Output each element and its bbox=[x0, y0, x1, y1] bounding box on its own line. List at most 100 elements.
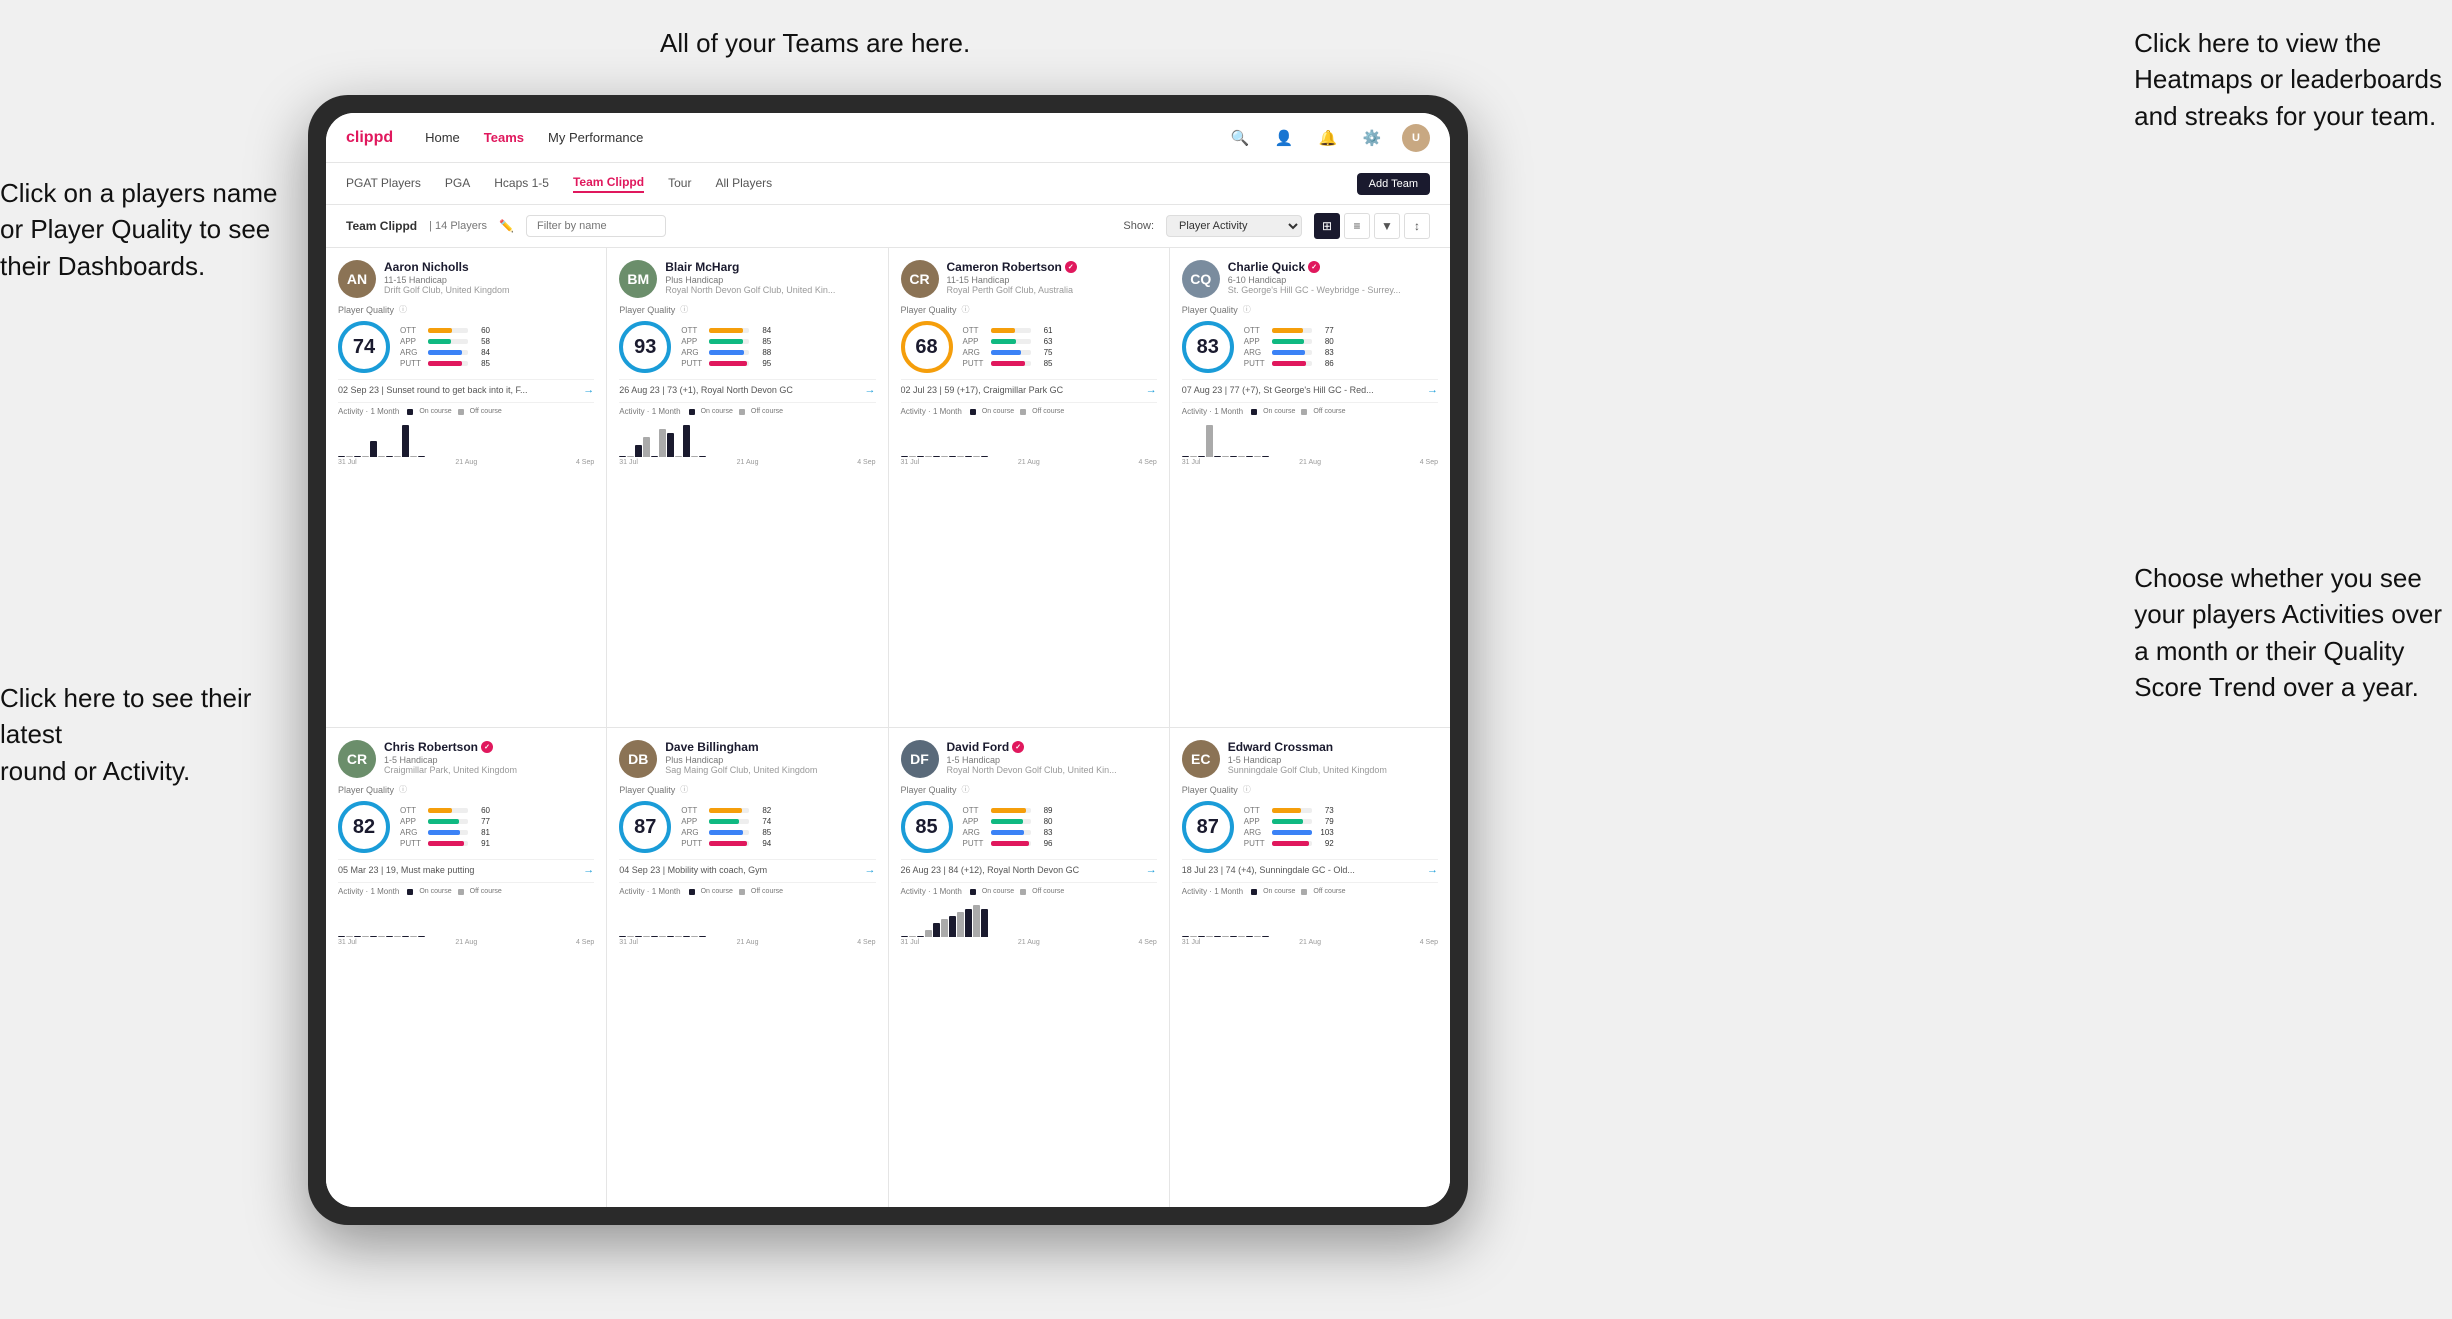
player-header: CQ Charlie Quick ✓ 6-10 Handicap St. Geo… bbox=[1182, 260, 1438, 298]
nav-item-home[interactable]: Home bbox=[425, 130, 460, 145]
player-handicap: Plus Handicap bbox=[665, 755, 875, 765]
stat-row-arg: ARG 81 bbox=[400, 828, 594, 837]
player-card[interactable]: CQ Charlie Quick ✓ 6-10 Handicap St. Geo… bbox=[1170, 248, 1450, 727]
player-name[interactable]: Blair McHarg bbox=[665, 260, 875, 274]
user-avatar[interactable]: U bbox=[1402, 124, 1430, 152]
score-circle[interactable]: 87 bbox=[1182, 801, 1234, 853]
stat-row-arg: ARG 84 bbox=[400, 348, 594, 357]
filter-input[interactable] bbox=[526, 215, 666, 237]
nav-item-performance[interactable]: My Performance bbox=[548, 130, 643, 145]
user-icon[interactable]: 👤 bbox=[1270, 124, 1298, 152]
player-name[interactable]: Charlie Quick ✓ bbox=[1228, 260, 1438, 274]
player-handicap: 1-5 Handicap bbox=[384, 755, 594, 765]
latest-round[interactable]: 02 Jul 23 | 59 (+17), Craigmillar Park G… bbox=[901, 379, 1157, 396]
subnav-tour[interactable]: Tour bbox=[668, 176, 691, 192]
subnav-all-players[interactable]: All Players bbox=[715, 176, 772, 192]
player-name[interactable]: David Ford ✓ bbox=[947, 740, 1157, 754]
add-team-button[interactable]: Add Team bbox=[1357, 173, 1430, 195]
player-club: Sunningdale Golf Club, United Kingdom bbox=[1228, 765, 1438, 775]
latest-round[interactable]: 26 Aug 23 | 73 (+1), Royal North Devon G… bbox=[619, 379, 875, 396]
stat-row-ott: OTT 60 bbox=[400, 326, 594, 335]
player-name[interactable]: Chris Robertson ✓ bbox=[384, 740, 594, 754]
quality-content: 85 OTT 89 APP 80 ARG 83 bbox=[901, 801, 1157, 853]
annotation-top-center: All of your Teams are here. bbox=[660, 25, 970, 61]
latest-round[interactable]: 04 Sep 23 | Mobility with coach, Gym → bbox=[619, 859, 875, 876]
round-arrow-icon[interactable]: → bbox=[1427, 384, 1438, 396]
stat-row-putt: PUTT 96 bbox=[963, 839, 1157, 848]
player-card[interactable]: CR Chris Robertson ✓ 1-5 Handicap Craigm… bbox=[326, 728, 606, 1207]
score-circle[interactable]: 82 bbox=[338, 801, 390, 853]
player-card[interactable]: DB Dave Billingham Plus Handicap Sag Mai… bbox=[607, 728, 887, 1207]
latest-round[interactable]: 02 Sep 23 | Sunset round to get back int… bbox=[338, 379, 594, 396]
search-icon[interactable]: 🔍 bbox=[1226, 124, 1254, 152]
table-view-button[interactable]: ≡ bbox=[1344, 213, 1370, 239]
latest-round[interactable]: 07 Aug 23 | 77 (+7), St George's Hill GC… bbox=[1182, 379, 1438, 396]
filter-button[interactable]: ▼ bbox=[1374, 213, 1400, 239]
stat-row-putt: PUTT 94 bbox=[681, 839, 875, 848]
round-arrow-icon[interactable]: → bbox=[1427, 864, 1438, 876]
player-club: St. George's Hill GC - Weybridge - Surre… bbox=[1228, 285, 1438, 295]
score-circle[interactable]: 83 bbox=[1182, 321, 1234, 373]
score-circle[interactable]: 68 bbox=[901, 321, 953, 373]
stat-row-arg: ARG 75 bbox=[963, 348, 1157, 357]
subnav-team-clippd[interactable]: Team Clippd bbox=[573, 175, 644, 193]
subnav-hcaps[interactable]: Hcaps 1-5 bbox=[494, 176, 549, 192]
round-arrow-icon[interactable]: → bbox=[865, 864, 876, 876]
chart-labels: 31 Jul 21 Aug 4 Sep bbox=[1182, 939, 1438, 946]
mini-chart bbox=[1182, 899, 1438, 939]
activity-section: Activity · 1 Month On course Off course … bbox=[338, 402, 594, 466]
verified-icon: ✓ bbox=[1065, 261, 1077, 273]
stat-row-app: APP 80 bbox=[963, 817, 1157, 826]
player-handicap: Plus Handicap bbox=[665, 275, 875, 285]
stats-list: OTT 61 APP 63 ARG 75 PU bbox=[963, 326, 1157, 368]
player-name[interactable]: Aaron Nicholls bbox=[384, 260, 594, 274]
round-arrow-icon[interactable]: → bbox=[1146, 384, 1157, 396]
stat-row-app: APP 63 bbox=[963, 337, 1157, 346]
latest-round[interactable]: 18 Jul 23 | 74 (+4), Sunningdale GC - Ol… bbox=[1182, 859, 1438, 876]
activity-section: Activity · 1 Month On course Off course … bbox=[338, 882, 594, 946]
score-circle[interactable]: 87 bbox=[619, 801, 671, 853]
player-card[interactable]: DF David Ford ✓ 1-5 Handicap Royal North… bbox=[889, 728, 1169, 1207]
score-circle[interactable]: 85 bbox=[901, 801, 953, 853]
player-name[interactable]: Cameron Robertson ✓ bbox=[947, 260, 1157, 274]
score-circle[interactable]: 74 bbox=[338, 321, 390, 373]
subnav-pga[interactable]: PGA bbox=[445, 176, 470, 192]
player-name[interactable]: Edward Crossman bbox=[1228, 740, 1438, 754]
edit-icon[interactable]: ✏️ bbox=[499, 219, 514, 233]
sort-button[interactable]: ↕ bbox=[1404, 213, 1430, 239]
subnav-pgat[interactable]: PGAT Players bbox=[346, 176, 421, 192]
annotation-bottom-right: Choose whether you see your players Acti… bbox=[2134, 560, 2442, 706]
player-card[interactable]: BM Blair McHarg Plus Handicap Royal Nort… bbox=[607, 248, 887, 727]
stat-row-app: APP 80 bbox=[1244, 337, 1438, 346]
player-header: DF David Ford ✓ 1-5 Handicap Royal North… bbox=[901, 740, 1157, 778]
latest-round[interactable]: 26 Aug 23 | 84 (+12), Royal North Devon … bbox=[901, 859, 1157, 876]
settings-icon[interactable]: ⚙️ bbox=[1358, 124, 1386, 152]
stat-row-ott: OTT 77 bbox=[1244, 326, 1438, 335]
quality-label: Player Quality ⓘ bbox=[1182, 784, 1438, 795]
stat-row-app: APP 85 bbox=[681, 337, 875, 346]
grid-view-button[interactable]: ⊞ bbox=[1314, 213, 1340, 239]
player-card[interactable]: EC Edward Crossman 1-5 Handicap Sunningd… bbox=[1170, 728, 1450, 1207]
show-select[interactable]: Player Activity Quality Score Trend bbox=[1166, 215, 1302, 237]
round-arrow-icon[interactable]: → bbox=[1146, 864, 1157, 876]
player-card[interactable]: CR Cameron Robertson ✓ 11-15 Handicap Ro… bbox=[889, 248, 1169, 727]
stat-row-putt: PUTT 85 bbox=[963, 359, 1157, 368]
nav-logo: clippd bbox=[346, 129, 393, 147]
stat-row-ott: OTT 60 bbox=[400, 806, 594, 815]
stats-list: OTT 77 APP 80 ARG 83 PU bbox=[1244, 326, 1438, 368]
nav-item-teams[interactable]: Teams bbox=[484, 130, 524, 145]
round-arrow-icon[interactable]: → bbox=[865, 384, 876, 396]
player-name[interactable]: Dave Billingham bbox=[665, 740, 875, 754]
bell-icon[interactable]: 🔔 bbox=[1314, 124, 1342, 152]
player-card[interactable]: AN Aaron Nicholls 11-15 Handicap Drift G… bbox=[326, 248, 606, 727]
round-arrow-icon[interactable]: → bbox=[583, 384, 594, 396]
latest-round[interactable]: 05 Mar 23 | 19, Must make putting → bbox=[338, 859, 594, 876]
score-circle[interactable]: 93 bbox=[619, 321, 671, 373]
quality-label: Player Quality ⓘ bbox=[1182, 304, 1438, 315]
quality-content: 87 OTT 73 APP 79 ARG 10 bbox=[1182, 801, 1438, 853]
round-arrow-icon[interactable]: → bbox=[583, 864, 594, 876]
quality-label: Player Quality ⓘ bbox=[338, 784, 594, 795]
player-club: Sag Maing Golf Club, United Kingdom bbox=[665, 765, 875, 775]
quality-content: 74 OTT 60 APP 58 ARG 84 bbox=[338, 321, 594, 373]
show-label: Show: bbox=[1123, 220, 1154, 232]
